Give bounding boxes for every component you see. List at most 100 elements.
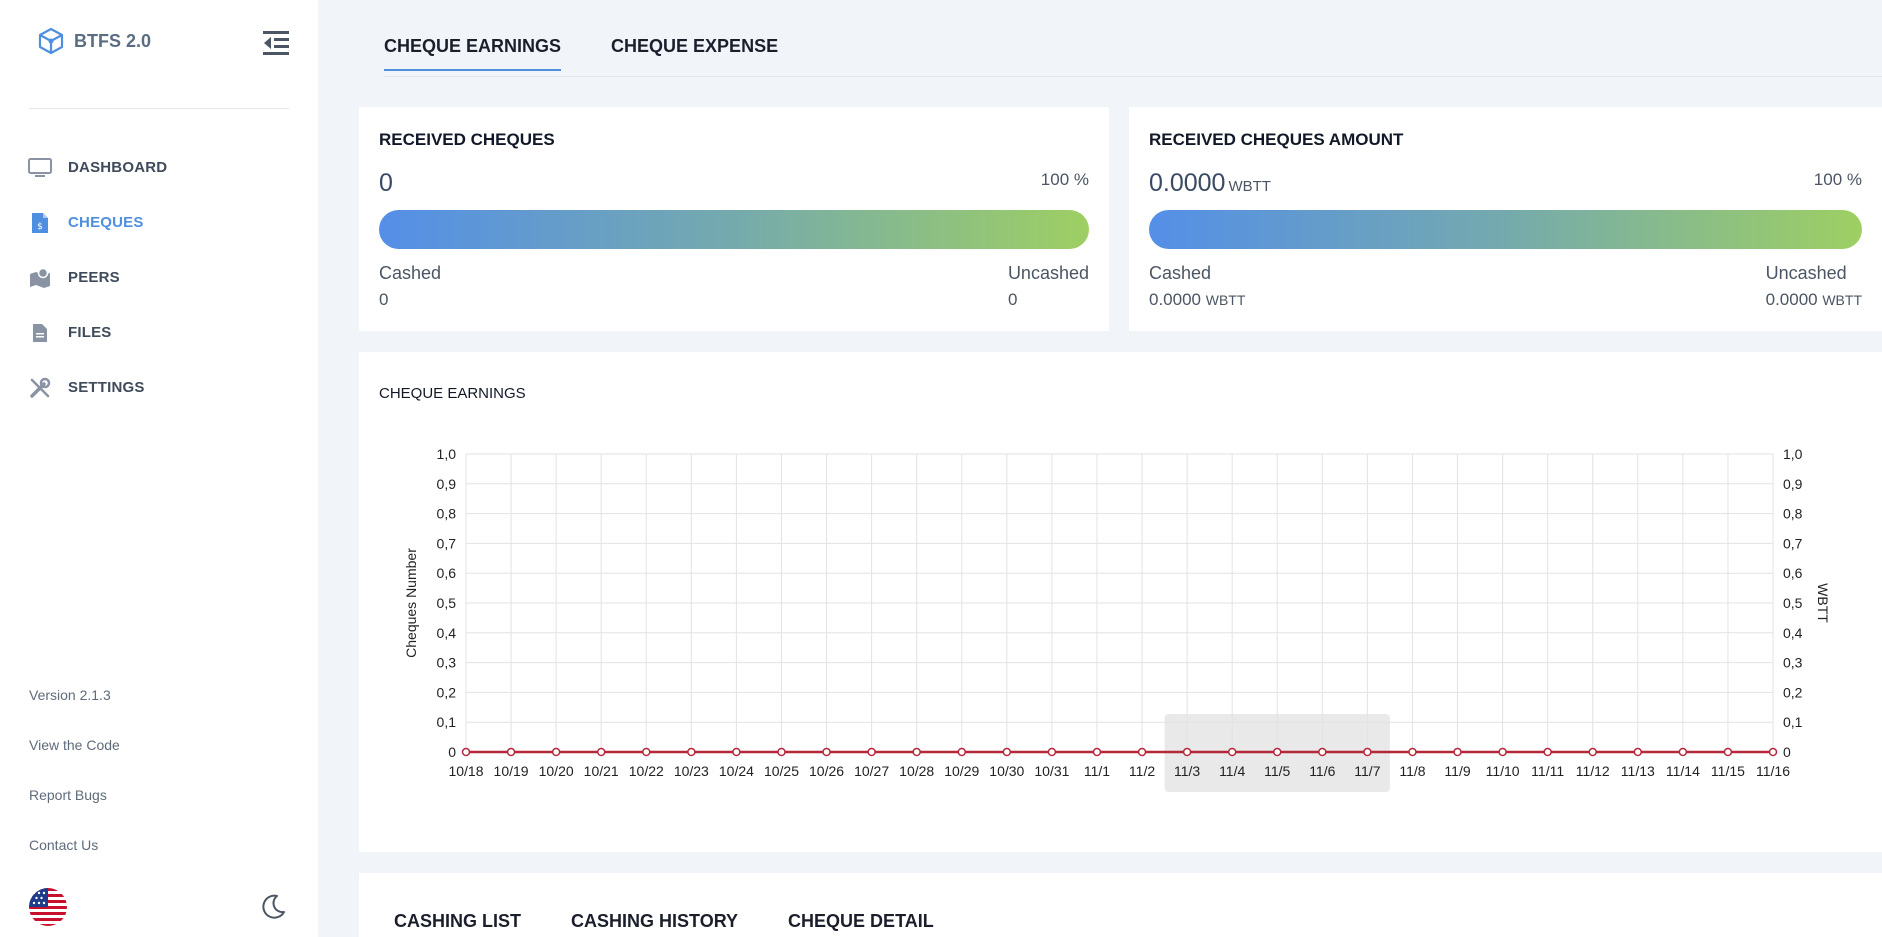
x-tick-label: 10/25 [764, 763, 799, 779]
y-tick-label-left: 0,1 [437, 714, 457, 730]
data-point [957, 747, 967, 757]
report-bugs-link[interactable]: Report Bugs [29, 783, 120, 833]
received-cheques-card: RECEIVED CHEQUES 0 100 % Cashed 0 Uncash… [359, 107, 1109, 331]
data-point [1047, 747, 1057, 757]
collapse-menu-icon[interactable] [262, 29, 290, 57]
y-tick-label-right: 0,4 [1783, 625, 1803, 641]
data-point [777, 747, 786, 757]
x-tick-label: 10/21 [584, 763, 619, 779]
data-point [912, 747, 921, 757]
y-tick-label-right: 0,8 [1783, 506, 1803, 522]
data-point [1272, 747, 1282, 757]
y-tick-label-right: 0,1 [1783, 714, 1803, 730]
received-cheques-count: 0 [379, 169, 393, 198]
tab-cheque-earnings[interactable]: CHEQUE EARNINGS [384, 36, 562, 71]
data-point [1633, 747, 1643, 757]
y-tick-label-left: 0,8 [437, 506, 457, 522]
cashing-tabs-card: CASHING LIST CASHING HISTORY CHEQUE DETA… [359, 873, 1882, 937]
data-point [687, 747, 696, 757]
us-flag-icon[interactable] [29, 888, 67, 926]
cheque-file-icon: $ [28, 211, 52, 235]
x-tick-label: 11/4 [1219, 763, 1245, 779]
data-point [1723, 747, 1733, 757]
x-tick-label: 10/22 [629, 763, 664, 779]
x-tick-label: 11/16 [1756, 763, 1790, 779]
progress-bar [379, 210, 1089, 249]
data-point [1408, 747, 1417, 757]
sidebar-divider [29, 108, 289, 109]
data-point [1182, 747, 1192, 757]
svg-text:$: $ [37, 222, 43, 232]
y-tick-label-left: 0,5 [437, 595, 457, 611]
brand[interactable]: BTFS 2.0 [36, 26, 151, 56]
y-tick-label-right: 0,3 [1783, 655, 1803, 671]
sidebar-footer: Version 2.1.3 View the Code Report Bugs … [29, 683, 120, 883]
view-code-link[interactable]: View the Code [29, 733, 120, 783]
sidebar-item-label: CHEQUES [68, 214, 144, 231]
dark-mode-moon-icon[interactable] [259, 893, 287, 921]
received-amount-value: 0.0000 WBTT [1149, 169, 1271, 198]
y-tick-label-left: 0,3 [437, 655, 457, 671]
y-tick-label-right: 0 [1783, 744, 1791, 760]
x-tick-label: 10/29 [944, 763, 979, 779]
y-tick-label-left: 0,7 [437, 535, 457, 551]
y-axis-label-right: WBTT [1815, 583, 1831, 623]
sidebar-item-label: PEERS [68, 269, 120, 286]
data-point [642, 747, 651, 757]
y-axis-label-left: Cheques Number [403, 548, 419, 658]
tab-cheque-expense[interactable]: CHEQUE EXPENSE [611, 36, 778, 71]
sidebar-item-peers[interactable]: PEERS [28, 250, 298, 305]
data-point [1768, 747, 1778, 757]
tab-cashing-list[interactable]: CASHING LIST [394, 911, 521, 932]
x-tick-label: 10/31 [1034, 763, 1069, 779]
uncashed-label: Uncashed [1765, 263, 1847, 283]
x-tick-label: 11/9 [1444, 763, 1470, 779]
amount-unit: WBTT [1228, 178, 1271, 195]
cashed-block: Cashed 0.0000 WBTT [1149, 263, 1245, 310]
cashed-amount: 0.0000 [1149, 290, 1201, 309]
sidebar-item-dashboard[interactable]: DASHBOARD [28, 140, 298, 195]
uncashed-label: Uncashed [1007, 263, 1089, 283]
x-tick-label: 11/14 [1666, 763, 1700, 779]
y-tick-label-right: 0,5 [1783, 595, 1803, 611]
x-tick-label: 10/20 [539, 763, 574, 779]
percent-label: 100 % [1813, 170, 1862, 189]
y-tick-label-right: 0,6 [1783, 565, 1803, 581]
data-point [506, 747, 516, 757]
tab-cashing-history[interactable]: CASHING HISTORY [571, 911, 738, 932]
data-point [551, 747, 561, 757]
x-tick-label: 11/8 [1399, 763, 1425, 779]
version-label: Version 2.1.3 [29, 687, 111, 703]
cashed-unit: WBTT [1205, 292, 1246, 308]
x-tick-label: 11/15 [1711, 763, 1745, 779]
x-tick-label: 11/12 [1576, 763, 1610, 779]
x-tick-label: 11/11 [1531, 763, 1564, 779]
sidebar-nav: DASHBOARD $ CHEQUES PEERS FILES SETTINGS [28, 140, 298, 415]
data-point [867, 747, 876, 757]
sidebar-item-cheques[interactable]: $ CHEQUES [28, 195, 298, 250]
uncashed-amount: 0.0000 [1765, 290, 1818, 309]
x-tick-label: 11/10 [1486, 763, 1520, 779]
data-point [1498, 747, 1507, 757]
cashing-tabs: CASHING LIST CASHING HISTORY CHEQUE DETA… [394, 911, 984, 932]
data-point [1588, 747, 1597, 757]
uncashed-block: Uncashed 0.0000 WBTT [1766, 263, 1862, 310]
cheque-earnings-chart[interactable]: 0 0 0,1 0,1 0,2 0,2 0,3 0,3 0,4 0,4 0,5 0,5 0,6 0,6 0,… [359, 352, 1882, 852]
data-point [1137, 747, 1147, 757]
y-tick-label-right: 1,0 [1783, 446, 1803, 462]
x-tick-label: 11/6 [1309, 763, 1335, 779]
tools-icon [28, 376, 52, 400]
sidebar-item-files[interactable]: FILES [28, 305, 298, 360]
contact-us-link[interactable]: Contact Us [29, 833, 120, 883]
sidebar-item-settings[interactable]: SETTINGS [28, 360, 298, 415]
data-point [1318, 747, 1327, 757]
y-tick-label-left: 0,6 [437, 565, 457, 581]
data-point [1363, 747, 1372, 757]
x-tick-label: 11/5 [1264, 763, 1290, 779]
y-tick-label-left: 1,0 [437, 446, 457, 462]
x-tick-label: 10/30 [989, 763, 1024, 779]
tab-cheque-detail[interactable]: CHEQUE DETAIL [788, 911, 934, 932]
sidebar-item-label: SETTINGS [68, 379, 145, 396]
y-tick-label-right: 0,7 [1783, 535, 1803, 551]
x-tick-label: 10/27 [854, 763, 889, 779]
